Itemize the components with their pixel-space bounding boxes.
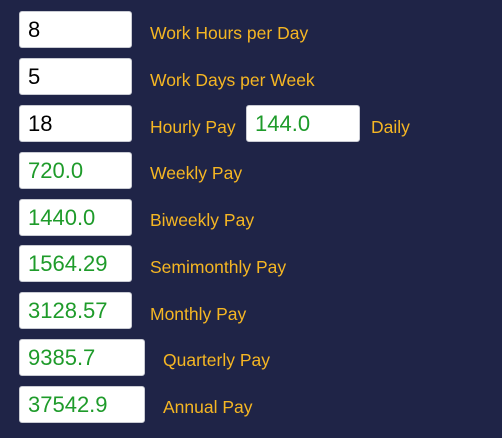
quarterly-pay-output[interactable]: 9385.7 — [19, 339, 145, 376]
daily-pay-label: Daily — [371, 117, 410, 137]
weekly-pay-label: Weekly Pay — [150, 163, 243, 183]
hourly-pay-input[interactable]: 18 — [19, 105, 132, 142]
work-hours-per-day-input[interactable]: 8 — [19, 11, 132, 48]
monthly-pay-label: Monthly Pay — [150, 304, 247, 324]
hourly-pay-label: Hourly Pay — [150, 117, 236, 137]
work-days-per-week-input[interactable]: 5 — [19, 58, 132, 95]
annual-pay-label: Annual Pay — [163, 397, 253, 417]
semimonthly-pay-label: Semimonthly Pay — [150, 257, 287, 277]
weekly-pay-output[interactable]: 720.0 — [19, 152, 132, 189]
monthly-pay-output[interactable]: 3128.57 — [19, 292, 132, 329]
quarterly-pay-label: Quarterly Pay — [163, 350, 270, 370]
biweekly-pay-label: Biweekly Pay — [150, 210, 255, 230]
annual-pay-output[interactable]: 37542.9 — [19, 386, 145, 423]
biweekly-pay-output[interactable]: 1440.0 — [19, 199, 132, 236]
work-hours-per-day-label: Work Hours per Day — [150, 23, 309, 43]
daily-pay-output[interactable]: 144.0 — [246, 105, 360, 142]
work-days-per-week-label: Work Days per Week — [150, 70, 315, 90]
semimonthly-pay-output[interactable]: 1564.29 — [19, 245, 132, 282]
